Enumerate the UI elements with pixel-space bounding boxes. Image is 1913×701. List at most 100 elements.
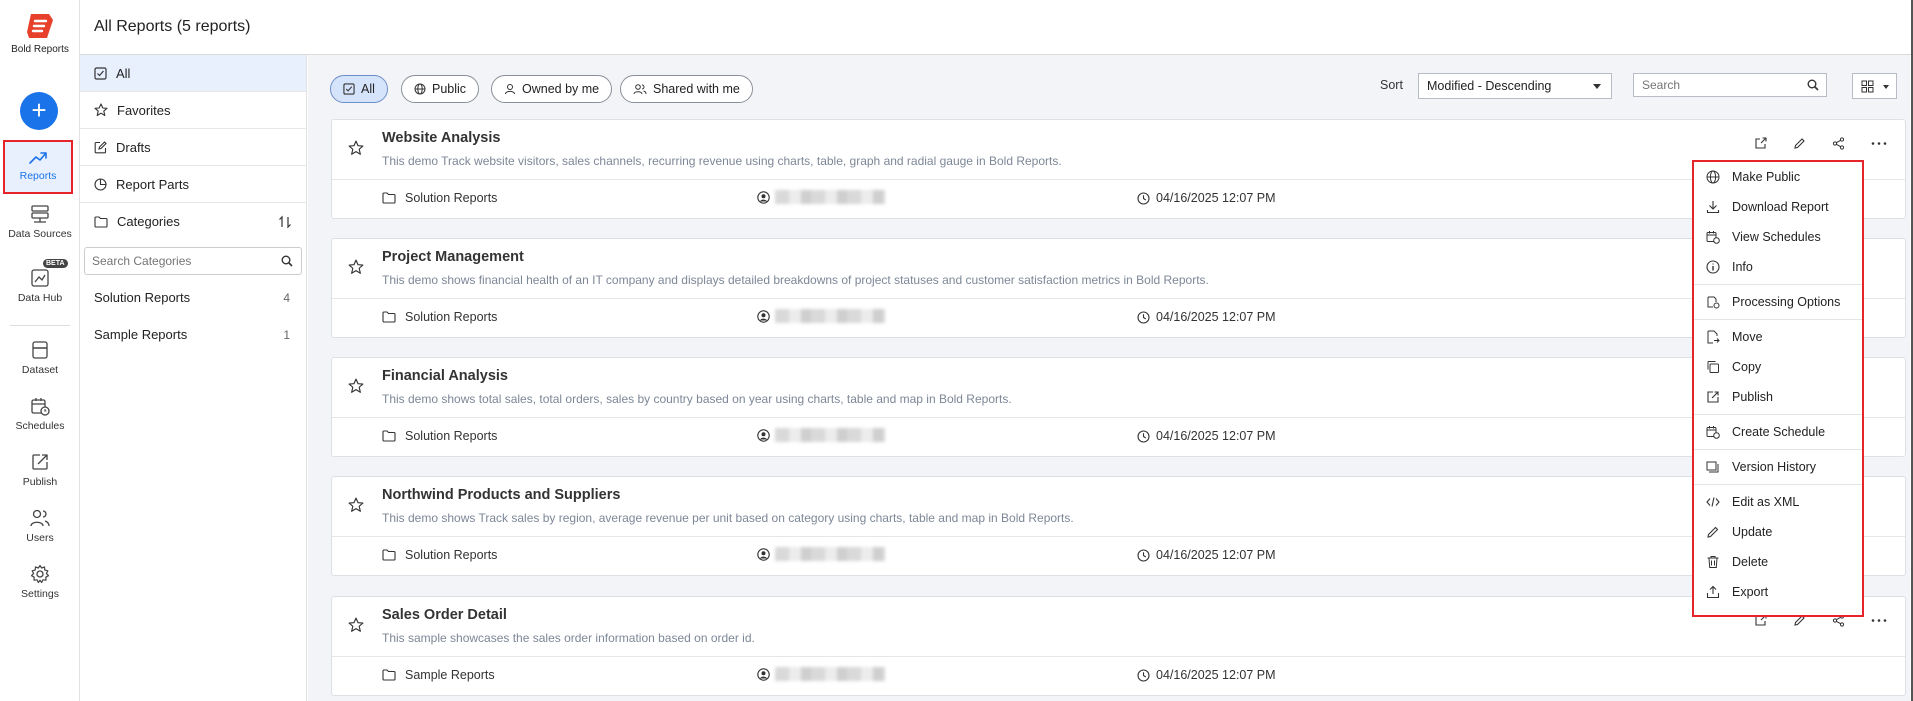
search-icon[interactable]: [1807, 79, 1819, 91]
sort-dropdown[interactable]: Modified - Descending: [1418, 73, 1612, 99]
report-card: Northwind Products and Suppliers This de…: [331, 476, 1906, 576]
category-drafts[interactable]: Drafts: [80, 129, 306, 166]
menu-view-schedules[interactable]: View Schedules: [1694, 222, 1862, 252]
view-toggle-button[interactable]: [1852, 73, 1897, 99]
favorite-star-icon[interactable]: [348, 259, 364, 275]
more-options-icon[interactable]: [1871, 614, 1887, 630]
menu-delete[interactable]: Delete: [1694, 547, 1862, 577]
server-icon: [31, 205, 49, 223]
report-modified: 04/16/2025 12:07 PM: [1137, 191, 1276, 205]
report-category-label: Solution Reports: [405, 310, 498, 324]
menu-info[interactable]: Info: [1694, 252, 1862, 282]
menu-move[interactable]: Move: [1694, 322, 1862, 352]
blurred-owner-name: [775, 190, 885, 204]
brand[interactable]: Bold Reports: [0, 12, 80, 55]
menu-export-label: Export: [1732, 585, 1769, 599]
nav-settings[interactable]: Settings: [0, 564, 80, 600]
menu-edit-as-xml[interactable]: Edit as XML: [1694, 487, 1862, 517]
report-title[interactable]: Project Management: [382, 249, 524, 265]
folder-item[interactable]: Solution Reports 4: [80, 279, 306, 316]
menu-move-label: Move: [1732, 330, 1763, 344]
report-title[interactable]: Northwind Products and Suppliers: [382, 487, 620, 503]
nav-publish[interactable]: Publish: [0, 452, 80, 488]
favorite-star-icon[interactable]: [348, 497, 364, 513]
checkbox-icon: [94, 66, 107, 80]
menu-processing-options[interactable]: Processing Options: [1694, 287, 1862, 317]
nav-data-hub-label: Data Hub: [17, 292, 63, 304]
menu-create-schedule-label: Create Schedule: [1732, 425, 1826, 439]
folder-name: Solution Reports: [94, 290, 191, 305]
folder-icon: [382, 430, 396, 442]
filter-all-chip[interactable]: All: [330, 75, 388, 103]
menu-publish[interactable]: Publish: [1694, 382, 1862, 412]
nav-users[interactable]: Users: [0, 508, 80, 544]
search-icon[interactable]: [281, 255, 293, 267]
copy-icon: [1707, 361, 1719, 373]
menu-version-history[interactable]: Version History: [1694, 452, 1862, 482]
report-description: This demo shows Track sales by region, a…: [382, 511, 1074, 525]
category-report-parts[interactable]: Report Parts: [80, 166, 306, 203]
menu-make-public[interactable]: Make Public: [1694, 162, 1862, 192]
menu-create-schedule[interactable]: Create Schedule: [1694, 417, 1862, 447]
nav-reports-label: Reports: [19, 170, 57, 182]
favorite-star-icon[interactable]: [348, 140, 364, 156]
brand-name: Bold Reports: [11, 44, 69, 55]
blurred-owner-name: [775, 667, 885, 681]
nav-reports[interactable]: Reports: [3, 140, 73, 194]
move-icon: [1707, 330, 1720, 344]
sort-arrows-icon[interactable]: [278, 215, 292, 229]
nav-dataset[interactable]: Dataset: [0, 340, 80, 376]
menu-copy[interactable]: Copy: [1694, 352, 1862, 382]
nav-schedules[interactable]: Schedules: [0, 396, 80, 432]
menu-divider: [1694, 414, 1862, 415]
filter-owned-chip[interactable]: Owned by me: [491, 75, 613, 103]
create-new-button[interactable]: +: [20, 92, 58, 130]
favorite-star-icon[interactable]: [348, 617, 364, 633]
report-modified: 04/16/2025 12:07 PM: [1137, 429, 1276, 443]
card-divider: [332, 656, 1905, 657]
folder-icon: [382, 549, 396, 561]
menu-divider: [1694, 484, 1862, 485]
clock-icon: [1137, 429, 1150, 443]
favorite-star-icon[interactable]: [348, 378, 364, 394]
filter-shared-chip[interactable]: Shared with me: [620, 75, 753, 103]
edit-pencil-icon[interactable]: [1793, 137, 1806, 153]
category-categories[interactable]: Categories: [80, 203, 306, 240]
report-modified-date: 04/16/2025 12:07 PM: [1156, 668, 1276, 682]
blurred-owner-name: [775, 309, 885, 323]
category-all[interactable]: All: [80, 55, 306, 92]
more-options-icon[interactable]: [1871, 137, 1887, 153]
star-icon: [94, 103, 108, 117]
nav-data-sources[interactable]: Data Sources: [0, 204, 80, 240]
clock-icon: [1137, 191, 1150, 205]
menu-update[interactable]: Update: [1694, 517, 1862, 547]
nav-data-sources-label: Data Sources: [8, 228, 72, 240]
report-category: Solution Reports: [382, 429, 497, 443]
report-title[interactable]: Website Analysis: [382, 130, 500, 146]
menu-download-report[interactable]: Download Report: [1694, 192, 1862, 222]
menu-make-public-label: Make Public: [1732, 170, 1801, 184]
filter-public-label: Public: [432, 82, 467, 96]
checkbox-icon: [343, 83, 355, 95]
folder-icon: [382, 192, 396, 204]
filter-owned-label: Owned by me: [522, 82, 600, 96]
trash-icon: [1707, 556, 1719, 568]
card-divider: [332, 536, 1905, 537]
menu-export[interactable]: Export: [1694, 577, 1862, 607]
report-title[interactable]: Financial Analysis: [382, 368, 508, 384]
report-card: Financial Analysis This demo shows total…: [331, 357, 1906, 457]
report-title[interactable]: Sales Order Detail: [382, 607, 507, 623]
calendar-clock-icon: [1706, 231, 1720, 244]
open-external-icon[interactable]: [1754, 137, 1767, 153]
report-search-input[interactable]: [1634, 74, 1794, 96]
share-icon[interactable]: [1832, 137, 1845, 153]
report-card: Project Management This demo shows finan…: [331, 238, 1906, 338]
folder-item[interactable]: Sample Reports 1: [80, 316, 306, 353]
nav-data-hub[interactable]: BETA Data Hub: [0, 259, 80, 304]
filter-public-chip[interactable]: Public: [401, 75, 480, 103]
report-modified: 04/16/2025 12:07 PM: [1137, 310, 1276, 324]
chevron-down-icon: [1593, 84, 1601, 89]
category-search-input[interactable]: [85, 248, 275, 274]
sort-value: Modified - Descending: [1427, 79, 1552, 93]
category-favorites[interactable]: Favorites: [80, 92, 306, 129]
